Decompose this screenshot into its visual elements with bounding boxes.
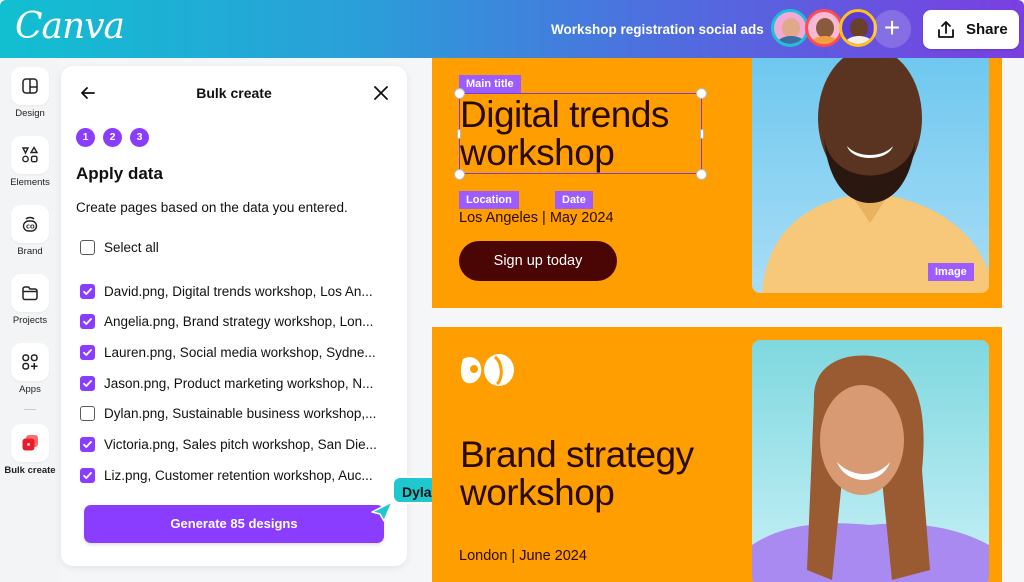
row-checkbox[interactable] — [80, 375, 95, 391]
main-title-text[interactable]: Brand strategy workshop — [460, 436, 694, 512]
resize-handle[interactable] — [454, 88, 465, 99]
generate-designs-button[interactable]: Generate 85 designs — [84, 505, 384, 543]
location-date-text[interactable]: Los Angeles | May 2024 — [459, 210, 614, 226]
avatar[interactable] — [839, 9, 877, 47]
panel-header: Bulk create — [61, 80, 407, 106]
row-label: Jason.png, Product marketing workshop, N… — [104, 375, 374, 391]
sidebar-divider — [24, 409, 36, 410]
avatar-face — [850, 18, 868, 38]
document-title[interactable]: Workshop registration social ads — [551, 22, 764, 37]
resize-handle[interactable] — [457, 129, 461, 139]
field-tag-main-title: Main title — [459, 75, 521, 93]
sidebar-label: Elements — [10, 177, 50, 188]
add-collaborator-button[interactable]: + — [873, 10, 911, 48]
data-row[interactable]: Victoria.png, Sales pitch workshop, San … — [80, 435, 377, 455]
sidebar-item-bulk-create[interactable]: Bulk create — [0, 424, 60, 476]
step-3[interactable]: 3 — [130, 128, 149, 147]
title-line: Brand strategy — [460, 434, 694, 475]
resize-handle[interactable] — [696, 169, 707, 180]
step-1[interactable]: 1 — [76, 128, 95, 147]
title-line: workshop — [460, 472, 615, 513]
portrait-illustration — [752, 355, 989, 582]
data-row[interactable]: Dylan.png, Sustainable business workshop… — [80, 404, 376, 424]
field-tag-image: Image — [928, 263, 974, 281]
select-all-row[interactable]: Select all — [80, 237, 159, 257]
share-icon — [938, 20, 954, 38]
panel-title: Bulk create — [196, 85, 272, 101]
design-page-1[interactable]: Main title Digital trends workshop Locat… — [432, 58, 1002, 308]
portrait-image[interactable] — [752, 340, 989, 582]
avatar-face — [816, 18, 834, 38]
bulk-create-panel: Bulk create 1 2 3 Apply data Create page… — [61, 66, 407, 566]
collaborator-cursor-icon — [371, 501, 393, 522]
sidebar-item-elements[interactable]: Elements — [0, 136, 60, 188]
row-label: Lauren.png, Social media workshop, Sydne… — [104, 344, 376, 360]
avatar-body — [811, 36, 839, 44]
select-all-label: Select all — [104, 239, 159, 255]
bulk-create-icon — [22, 435, 38, 451]
location-date-text[interactable]: London | June 2024 — [459, 548, 587, 564]
row-label: David.png, Digital trends workshop, Los … — [104, 283, 373, 299]
brand-icon: CO — [22, 216, 38, 232]
sidebar-item-apps[interactable]: Apps — [0, 343, 60, 395]
layout-icon — [22, 78, 38, 94]
resize-handle[interactable] — [700, 129, 704, 139]
row-checkbox[interactable] — [80, 314, 95, 330]
top-bar: Canva Workshop registration social ads +… — [0, 0, 1024, 58]
share-button[interactable]: Share — [923, 10, 1019, 49]
field-tag-location: Location — [459, 191, 519, 209]
sidebar-label: Apps — [19, 384, 41, 395]
field-tag-date: Date — [555, 191, 593, 209]
avatar[interactable] — [805, 9, 843, 47]
data-row[interactable]: Angelia.png, Brand strategy workshop, Lo… — [80, 312, 373, 332]
selection-box — [459, 93, 702, 174]
avatar-body — [777, 36, 805, 44]
design-page-2[interactable]: Brand strategy workshop London | June 20… — [432, 327, 1002, 582]
row-label: Liz.png, Customer retention workshop, Au… — [104, 467, 373, 483]
share-label: Share — [966, 21, 1008, 38]
resize-handle[interactable] — [454, 169, 465, 180]
section-heading: Apply data — [76, 164, 163, 183]
step-2[interactable]: 2 — [103, 128, 122, 147]
portrait-illustration — [762, 58, 989, 293]
sidebar-label: Bulk create — [4, 465, 56, 476]
portrait-image[interactable]: Image — [752, 58, 989, 293]
row-checkbox[interactable] — [80, 344, 95, 360]
data-row[interactable]: Jason.png, Product marketing workshop, N… — [80, 373, 373, 393]
row-checkbox[interactable] — [80, 467, 95, 483]
svg-text:CO: CO — [26, 225, 35, 231]
row-label: Victoria.png, Sales pitch workshop, San … — [104, 437, 377, 452]
sidebar-label: Design — [15, 108, 45, 119]
avatar[interactable] — [771, 9, 809, 47]
sidebar-item-brand[interactable]: CO Brand — [0, 205, 60, 257]
shapes-icon — [21, 146, 39, 163]
sidebar: Design Elements CO Brand Projects Apps B… — [0, 58, 60, 582]
canva-logo[interactable]: Canva — [15, 6, 125, 47]
data-row[interactable]: David.png, Digital trends workshop, Los … — [80, 281, 373, 301]
sidebar-item-projects[interactable]: Projects — [0, 274, 60, 326]
sidebar-label: Projects — [12, 315, 48, 326]
apps-icon — [22, 354, 38, 370]
sidebar-label: Brand — [17, 246, 43, 257]
data-row[interactable]: Liz.png, Customer retention workshop, Au… — [80, 465, 373, 485]
avatar-body — [845, 36, 873, 44]
sidebar-item-design[interactable]: Design — [0, 67, 60, 119]
select-all-checkbox[interactable] — [80, 239, 95, 255]
brand-logo-icon — [460, 354, 514, 386]
row-label: Angelia.png, Brand strategy workshop, Lo… — [104, 314, 374, 330]
data-row[interactable]: Lauren.png, Social media workshop, Sydne… — [80, 342, 376, 362]
row-label: Dylan.png, Sustainable business workshop… — [104, 406, 377, 422]
row-checkbox[interactable] — [80, 283, 95, 299]
close-icon[interactable] — [370, 82, 392, 104]
section-description: Create pages based on the data you enter… — [76, 200, 348, 215]
sign-up-button[interactable]: Sign up today — [459, 241, 617, 281]
row-checkbox[interactable] — [80, 406, 95, 422]
folder-icon — [22, 286, 38, 301]
resize-handle[interactable] — [696, 88, 707, 99]
avatar-face — [782, 18, 800, 38]
step-indicator: 1 2 3 — [76, 128, 149, 147]
row-checkbox[interactable] — [80, 437, 95, 452]
